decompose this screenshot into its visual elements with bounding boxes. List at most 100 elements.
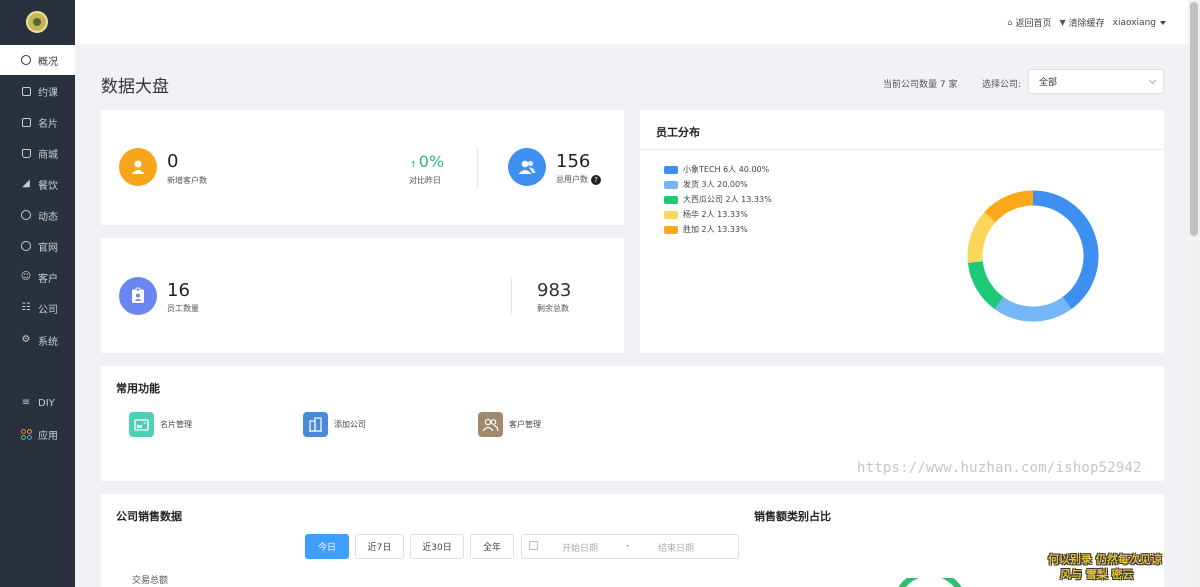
last7-button[interactable]: 近7日	[355, 534, 404, 559]
staff-distribution-title: 员工分布	[656, 126, 700, 139]
sidebar-item-7[interactable]: ☺ 客户	[0, 262, 75, 292]
quick-customer-manage[interactable]: 客户管理	[478, 412, 541, 437]
sidebar-item-6[interactable]: 官网	[0, 231, 75, 261]
username: xiaoxiang	[1112, 17, 1156, 28]
clear-cache-link[interactable]: ▼ 清除缓存	[1059, 16, 1104, 29]
legend-item[interactable]: 杨华 2人 13.33%	[664, 209, 748, 220]
watermark-url: https://www.huzhan.com/ishop52942	[857, 460, 1142, 476]
quick-card-manage-label: 名片管理	[160, 420, 192, 429]
sidebar-item-label: 官网	[38, 242, 58, 254]
legend-label: 杨华 2人 13.33%	[683, 210, 748, 219]
home-icon: ⌂	[1007, 18, 1013, 27]
home-link-label: 返回首页	[1015, 19, 1052, 29]
today-button[interactable]: 今日	[305, 534, 349, 559]
caret-down-icon	[1160, 20, 1166, 25]
donut-slice-大西瓜公司[interactable]	[967, 260, 1004, 309]
legend-swatch	[664, 180, 678, 189]
legend-item[interactable]: 胜加 2人 13.33%	[664, 224, 748, 235]
sales-ratio-chart-partial	[898, 578, 962, 587]
scrollbar-thumb[interactable]	[1190, 2, 1198, 236]
diy-icon: ≡	[21, 397, 31, 408]
sidebar-item-5[interactable]: 动态	[0, 200, 75, 230]
user-menu[interactable]: xiaoxiang	[1113, 18, 1166, 28]
sidebar-item-label: 概况	[38, 56, 58, 68]
customer-stat-icon	[119, 148, 157, 186]
donut-slice-杨华[interactable]	[967, 212, 996, 263]
sidebar-item-2[interactable]: 名片	[0, 107, 75, 137]
page-title: 数据大盘	[101, 77, 169, 97]
new-customers-label: 新增客户数	[167, 176, 207, 185]
sales-ratio-title: 销售额类别占比	[754, 510, 831, 523]
sidebar-item-label: 餐饮	[38, 180, 58, 192]
scrollbar[interactable]	[1188, 0, 1200, 587]
sidebar-item-3[interactable]: 商城	[0, 138, 75, 168]
sidebar-extra-0[interactable]: ≡ DIY	[0, 388, 75, 418]
sidebar-item-label: 名片	[38, 118, 58, 130]
sidebar-item-label: 系统	[38, 336, 58, 348]
staff-stat-icon	[119, 277, 157, 315]
legend-swatch	[664, 225, 678, 234]
pin-icon: ▼	[1059, 18, 1066, 27]
dish-icon: ◢	[22, 178, 30, 189]
user-icon	[131, 160, 145, 174]
compare-value: 0%	[418, 152, 445, 171]
compass-icon	[20, 209, 32, 221]
sidebar-item-1[interactable]: 约课	[0, 76, 75, 106]
sidebar-item-label: 公司	[38, 304, 58, 316]
total-amount-label: 交易总额	[132, 576, 169, 586]
bag-icon	[20, 147, 32, 159]
watermark-line1: 何以别录 仍然每次见谅	[1048, 553, 1162, 566]
legend-item[interactable]: 发货 3人 20.00%	[664, 179, 748, 190]
last30-button[interactable]: 近30日	[410, 534, 464, 559]
staff-value: 16	[167, 280, 190, 301]
watermark-line2: 风与 雪梨 密云	[1060, 568, 1134, 581]
divider	[477, 148, 478, 188]
donut-slice-发货[interactable]	[994, 296, 1072, 322]
sidebar-item-4[interactable]: ◢ 餐饮	[0, 169, 75, 199]
donut-slice-小象TECH[interactable]	[1032, 190, 1099, 309]
sidebar-item-8[interactable]: ☷ 公司	[0, 293, 75, 323]
donut-slice-胜加[interactable]	[984, 190, 1034, 223]
help-icon[interactable]: ?	[591, 174, 601, 185]
arrow-up-icon: ↑	[410, 160, 417, 169]
building-icon	[303, 412, 328, 437]
apps-icon	[20, 428, 32, 440]
home-link[interactable]: ⌂ 返回首页	[1007, 16, 1051, 29]
topbar: ⌂ 返回首页 ▼ 清除缓存 xiaoxiang	[75, 0, 1188, 44]
common-functions-title: 常用功能	[116, 382, 160, 395]
quick-card-manage[interactable]: 名片管理	[129, 412, 192, 437]
sidebar-item-label: 客户	[38, 273, 58, 285]
year-button[interactable]: 全年	[470, 534, 514, 559]
date-range-picker[interactable]: 开始日期 - 结束日期	[521, 534, 739, 559]
total-users-value: 156	[556, 151, 591, 172]
globe-icon	[20, 240, 32, 252]
legend-swatch	[664, 210, 678, 219]
compare-rate: ↑ 0%	[410, 152, 444, 171]
chevron-down-icon	[1148, 76, 1157, 85]
compare-label: 对比昨日	[409, 176, 441, 185]
divider	[511, 278, 512, 314]
legend-label: 小象TECH 6人 40.00%	[683, 165, 770, 174]
quick-add-company[interactable]: 添加公司	[303, 412, 366, 437]
sidebar-item-9[interactable]: ⚙ 系统	[0, 325, 75, 355]
calendar-icon	[20, 85, 32, 97]
user-icon: ☺	[20, 271, 32, 282]
calendar-icon	[529, 541, 538, 550]
sidebar-item-0[interactable]: 概况	[0, 45, 75, 75]
card-divider	[640, 149, 1164, 150]
start-date-input[interactable]: 开始日期	[562, 541, 598, 554]
legend-item[interactable]: 小象TECH 6人 40.00%	[664, 164, 769, 175]
company-select[interactable]: 全部	[1028, 69, 1164, 94]
logo[interactable]	[26, 11, 48, 33]
company-select-value: 全部	[1039, 78, 1058, 88]
sales-title: 公司销售数据	[116, 510, 182, 523]
org-icon: ☷	[21, 302, 31, 313]
badge-icon	[132, 287, 144, 303]
remaining-value: 983	[537, 280, 572, 301]
sidebar-extra-1[interactable]: 应用	[0, 419, 75, 449]
end-date-input[interactable]: 结束日期	[658, 541, 694, 554]
legend-item[interactable]: 大西瓜公司 2人 13.33%	[664, 194, 772, 205]
company-select-label: 选择公司:	[982, 80, 1022, 90]
gear-icon: ⚙	[21, 334, 31, 345]
customers-icon	[478, 412, 503, 437]
